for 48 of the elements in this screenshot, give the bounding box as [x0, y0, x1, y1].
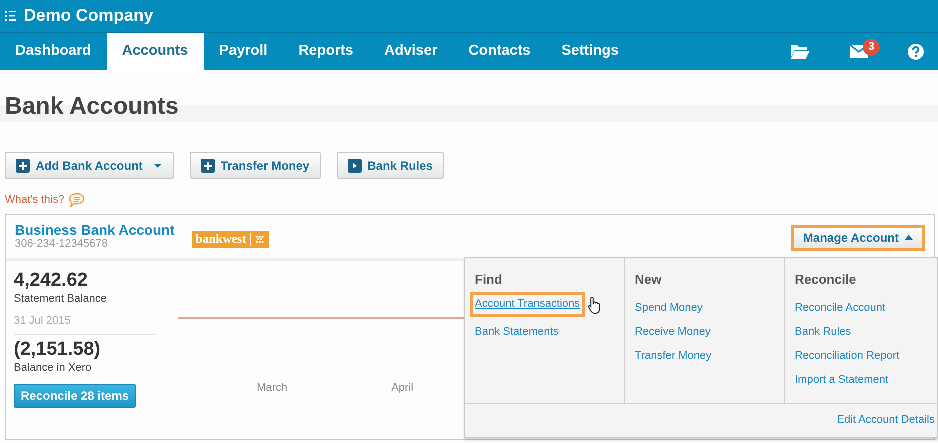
account-name[interactable]: Business Bank Account — [15, 222, 175, 238]
menu-link[interactable]: Import a Statement — [795, 370, 889, 390]
menu-link[interactable]: Reconciliation Report — [795, 346, 900, 366]
menu-link[interactable]: Reconcile Account — [795, 298, 886, 318]
nav-tab[interactable]: Contacts — [453, 33, 546, 70]
notification-badge: 3 — [863, 39, 880, 56]
statement-date: 31 Jul 2015 — [14, 314, 72, 329]
nav-tab[interactable]: Accounts — [106, 33, 204, 70]
statement-balance: 4,242.62 — [14, 270, 89, 290]
menu-link[interactable]: Bank Statements — [475, 322, 559, 342]
plus-icon — [16, 158, 30, 172]
xero-balance: (2,151.58) — [14, 340, 102, 360]
menu-heading: Reconcile — [795, 270, 858, 288]
xero-balance-label: Balance in Xero — [14, 360, 93, 376]
toolbar-button[interactable]: Bank Rules — [336, 152, 444, 179]
account-number: 306-234-12345678 — [15, 238, 109, 250]
caret-icon — [905, 235, 913, 240]
menu-link[interactable]: Bank Rules — [795, 322, 852, 342]
statement-balance-label: Statement Balance — [14, 292, 108, 306]
menu-link[interactable]: Receive Money — [635, 322, 711, 342]
nav-tab[interactable]: Adviser — [368, 33, 454, 70]
menu-heading: New — [635, 270, 663, 288]
nav-tab[interactable]: Dashboard — [0, 33, 107, 70]
menu-link[interactable]: Account Transactions — [473, 295, 582, 314]
reconcile-button[interactable]: Reconcile 28 items — [14, 384, 136, 408]
play-icon — [348, 158, 362, 172]
manage-account-button[interactable]: Manage Account — [791, 224, 925, 250]
menu-icon[interactable] — [5, 10, 16, 22]
month-label: April — [392, 380, 414, 396]
plus-icon — [200, 158, 215, 172]
nav-tab[interactable]: Payroll — [204, 33, 284, 70]
hand-cursor-icon — [588, 296, 602, 315]
toolbar-button[interactable]: Transfer Money — [190, 152, 321, 179]
edit-account-link[interactable]: Edit Account Details — [837, 410, 935, 430]
help-icon[interactable] — [908, 44, 924, 60]
nav-tab[interactable]: Settings — [546, 33, 634, 70]
menu-heading: Find — [475, 270, 504, 288]
nav-tab[interactable]: Reports — [283, 33, 369, 70]
page-title: Bank Accounts — [5, 95, 180, 119]
help-link[interactable]: What's this? — [5, 192, 65, 208]
company-name[interactable]: Demo Company — [24, 3, 154, 29]
folder-icon[interactable] — [791, 44, 810, 59]
menu-link[interactable]: Transfer Money — [635, 346, 712, 366]
menu-link[interactable]: Spend Money — [635, 298, 703, 318]
speech-bubble-icon[interactable] — [68, 192, 85, 208]
toolbar-button[interactable]: Add Bank Account — [5, 152, 174, 179]
month-label: March — [257, 380, 288, 396]
bank-logo: bankwest — [192, 230, 270, 248]
